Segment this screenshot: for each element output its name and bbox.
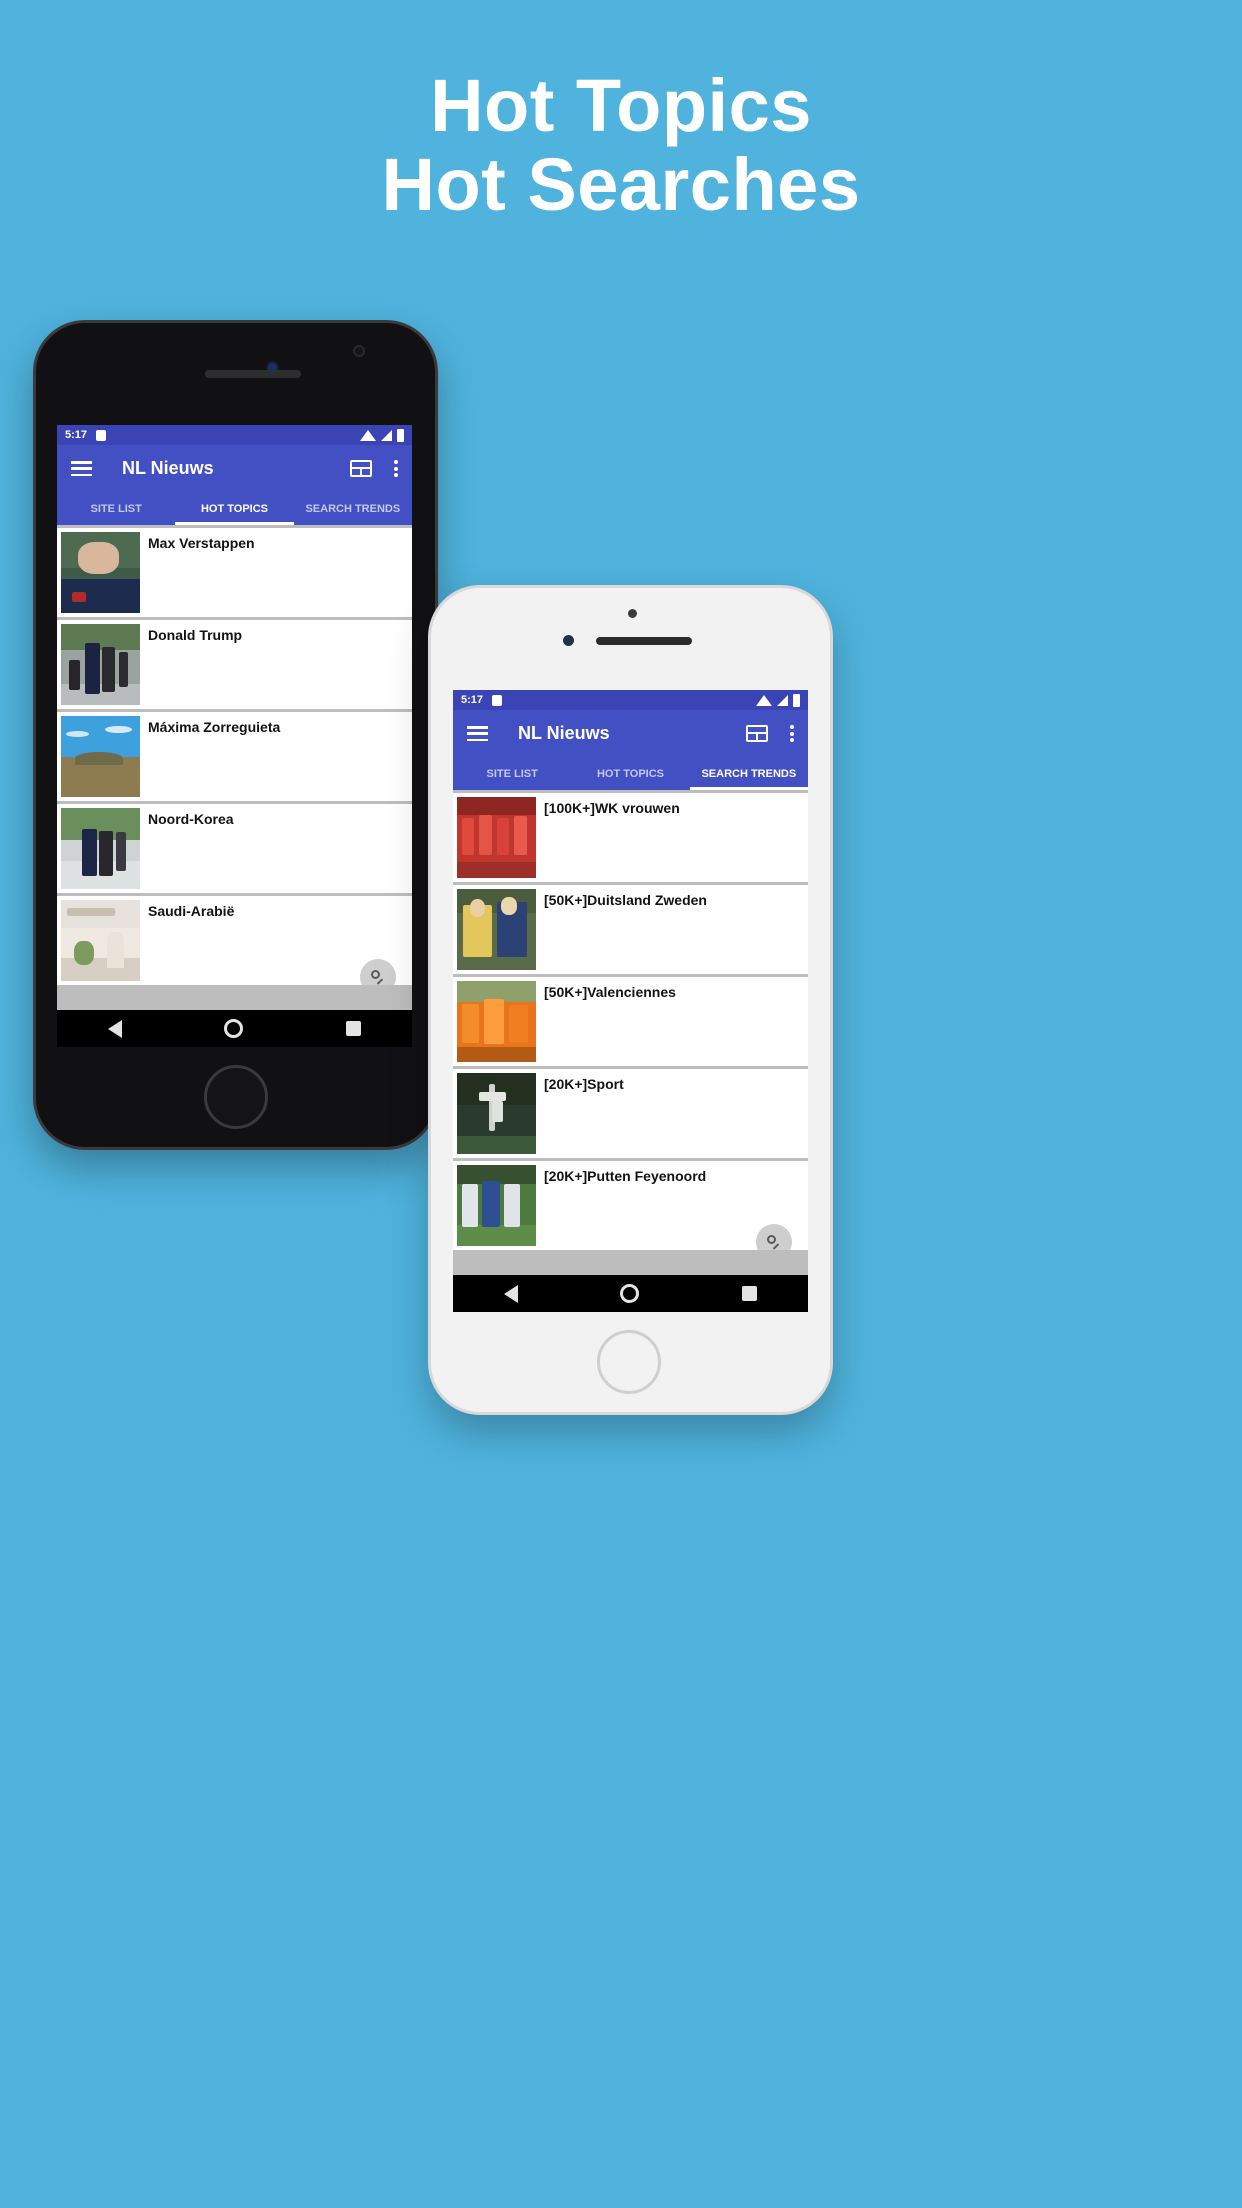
promo-screenshot: Hot Topics Hot Searches 5:17 NL Nieuws S… (0, 0, 1242, 2208)
home-button[interactable] (597, 1330, 661, 1394)
proximity-sensor-icon (353, 345, 365, 357)
tab-search-trends[interactable]: SEARCH TRENDS (294, 492, 412, 525)
more-vertical-icon[interactable] (790, 725, 794, 742)
list-item-title: Noord-Korea (148, 811, 234, 827)
home-button[interactable] (204, 1065, 268, 1129)
nav-back-icon[interactable] (108, 1019, 123, 1038)
list-item-thumbnail (61, 900, 140, 981)
headline-line-2: Hot Searches (381, 143, 861, 227)
list-item-thumbnail (457, 1073, 536, 1154)
list-item-title: [50K+]Valenciennes (544, 984, 676, 1000)
list-item-title: [20K+]Putten Feyenoord (544, 1168, 707, 1184)
list-item[interactable]: Max Verstappen (57, 528, 412, 617)
battery-icon (793, 693, 800, 707)
list-item-thumbnail (61, 716, 140, 797)
nav-recents-icon[interactable] (741, 1286, 757, 1301)
app-title: NL Nieuws (122, 458, 214, 478)
tab-site-list[interactable]: SITE LIST (453, 757, 571, 790)
phone-left-screen: 5:17 NL Nieuws SITE LIST HOT TOPICS SEAR… (57, 425, 412, 1047)
sd-card-icon (492, 694, 503, 706)
dashboard-layout-icon[interactable] (350, 460, 372, 477)
list-item-title: [50K+]Duitsland Zweden (544, 892, 707, 908)
list-item-thumbnail (457, 1165, 536, 1246)
tab-bar-left: SITE LIST HOT TOPICS SEARCH TRENDS (57, 492, 412, 525)
list-item[interactable]: Noord-Korea (57, 804, 412, 893)
battery-icon (397, 428, 404, 442)
list-item-title: Max Verstappen (148, 535, 255, 551)
hamburger-menu-icon[interactable] (71, 461, 92, 476)
nav-back-icon[interactable] (504, 1284, 519, 1303)
list-item[interactable]: Máxima Zorreguieta (57, 712, 412, 801)
tab-active-indicator (689, 787, 808, 790)
more-vertical-icon[interactable] (394, 460, 398, 477)
app-bar-right: NL Nieuws (453, 710, 808, 757)
tab-hot-topics[interactable]: HOT TOPICS (571, 757, 689, 790)
earpiece-speaker (205, 370, 301, 378)
list-item[interactable]: [50K+]Duitsland Zweden (453, 885, 808, 974)
list-item[interactable]: [50K+]Valenciennes (453, 977, 808, 1066)
search-fab[interactable] (756, 1224, 792, 1260)
earpiece-speaker (596, 637, 692, 645)
front-camera-icon (563, 635, 574, 646)
list-item-title: [20K+]Sport (544, 1076, 624, 1092)
tab-site-list[interactable]: SITE LIST (57, 492, 175, 525)
list-item[interactable]: Saudi-Arabië (57, 896, 412, 985)
status-bar-left: 5:17 (57, 425, 412, 445)
list-item-thumbnail (61, 624, 140, 705)
tab-search-trends[interactable]: SEARCH TRENDS (690, 757, 808, 790)
status-time: 5:17 (65, 429, 88, 441)
status-time: 5:17 (461, 694, 484, 706)
status-bar-right: 5:17 (453, 690, 808, 710)
list-item-title: Saudi-Arabië (148, 903, 235, 919)
wifi-icon (756, 694, 772, 706)
search-fab[interactable] (360, 959, 396, 995)
proximity-sensor-icon (628, 609, 637, 618)
list-item-title: Máxima Zorreguieta (148, 719, 281, 735)
nav-home-icon[interactable] (620, 1284, 640, 1303)
list-item-thumbnail (457, 981, 536, 1062)
list-item-thumbnail (61, 808, 140, 889)
phone-right: 5:17 NL Nieuws SITE LIST HOT TOPICS SEAR… (428, 585, 833, 1415)
tab-active-indicator (175, 522, 294, 525)
search-icon (766, 1234, 782, 1250)
list-item-thumbnail (61, 532, 140, 613)
wifi-icon (360, 429, 376, 441)
headline-line-1: Hot Topics (430, 64, 812, 147)
app-bar-left: NL Nieuws (57, 445, 412, 492)
list-item-thumbnail (457, 797, 536, 878)
list-item[interactable]: [20K+]Sport (453, 1069, 808, 1158)
dashboard-layout-icon[interactable] (746, 725, 768, 742)
phone-right-screen: 5:17 NL Nieuws SITE LIST HOT TOPICS SEAR… (453, 690, 808, 1312)
list-item-title: [100K+]WK vrouwen (544, 800, 680, 816)
list-item[interactable]: Donald Trump (57, 620, 412, 709)
list-item[interactable]: [100K+]WK vrouwen (453, 793, 808, 882)
sd-card-icon (96, 429, 107, 441)
list-item-title: Donald Trump (148, 627, 243, 643)
android-nav-bar-right (453, 1275, 808, 1312)
signal-icon (381, 429, 392, 441)
tab-bar-right: SITE LIST HOT TOPICS SEARCH TRENDS (453, 757, 808, 790)
android-nav-bar-left (57, 1010, 412, 1047)
nav-recents-icon[interactable] (345, 1021, 361, 1036)
signal-icon (777, 694, 788, 706)
hamburger-menu-icon[interactable] (467, 726, 488, 741)
search-trends-list[interactable]: [100K+]WK vrouwen [50K+]Duitsland Zweden (453, 790, 808, 1275)
app-title: NL Nieuws (518, 723, 610, 743)
page-title: Hot Topics Hot Searches (0, 66, 1242, 224)
hot-topics-list[interactable]: Max Verstappen Donald Trump Máxima Zorre… (57, 525, 412, 1010)
tab-hot-topics[interactable]: HOT TOPICS (175, 492, 293, 525)
phone-left: 5:17 NL Nieuws SITE LIST HOT TOPICS SEAR… (33, 320, 438, 1150)
list-item-thumbnail (457, 889, 536, 970)
nav-home-icon[interactable] (224, 1019, 244, 1038)
search-icon (370, 969, 386, 985)
list-item[interactable]: [20K+]Putten Feyenoord (453, 1161, 808, 1250)
